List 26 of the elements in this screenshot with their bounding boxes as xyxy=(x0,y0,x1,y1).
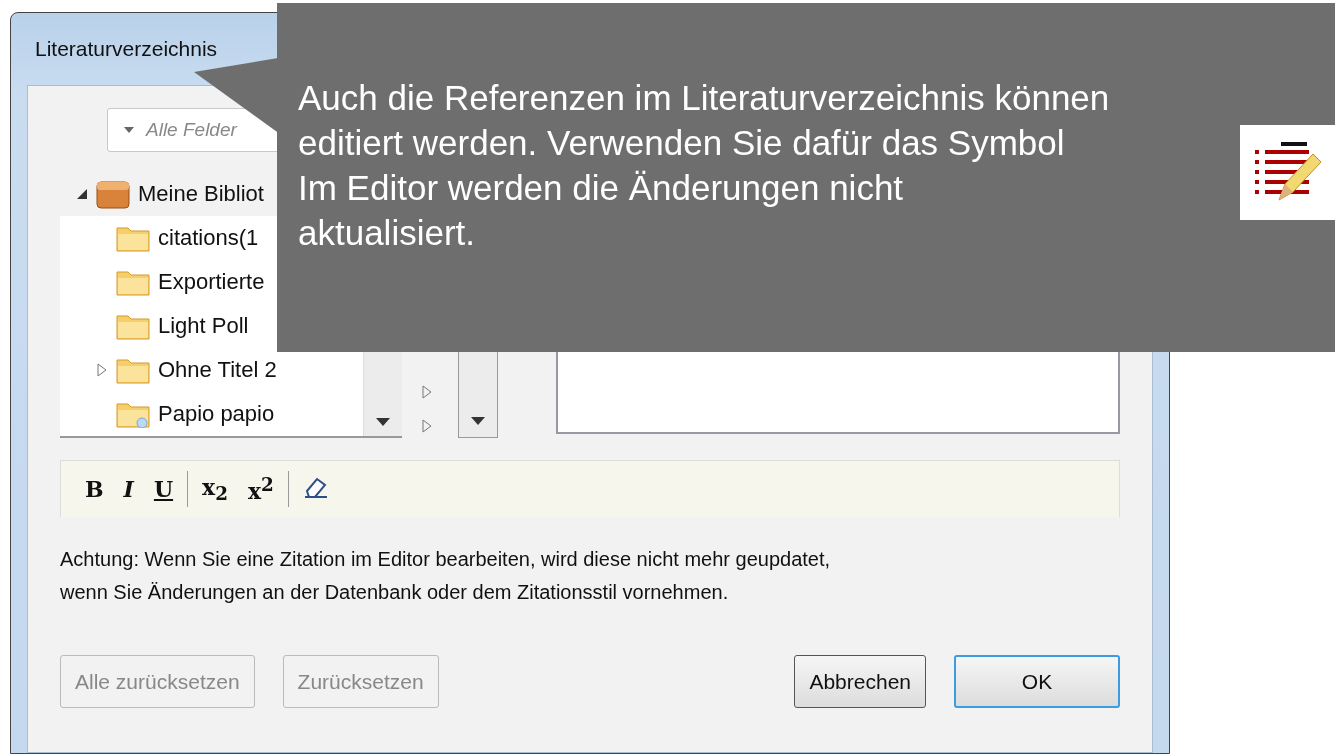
expand-arrow-icon[interactable] xyxy=(421,418,433,434)
tree-item[interactable]: Meine Bibliot xyxy=(138,181,264,207)
dropdown-caret-icon[interactable] xyxy=(124,127,134,133)
scroll-down-icon[interactable] xyxy=(471,417,485,425)
expander-icon[interactable] xyxy=(76,188,88,200)
folder-icon xyxy=(116,356,150,384)
sup-button[interactable]: x$^{2}$ xyxy=(242,471,280,507)
folder-icon xyxy=(116,224,150,252)
underline-button[interactable]: U xyxy=(147,474,180,504)
tree-item[interactable]: citations(1 xyxy=(158,225,259,251)
italic-button[interactable]: I xyxy=(117,474,140,504)
dialog-button[interactable]: Abbrechen xyxy=(794,655,926,708)
sub-button[interactable]: x$_{2}$ xyxy=(196,471,234,507)
search-placeholder: Alle Felder xyxy=(146,119,237,141)
bold-button[interactable]: B xyxy=(79,474,110,504)
tree-item[interactable]: Light Poll xyxy=(158,313,249,339)
folder-icon xyxy=(116,268,150,296)
folder-icon xyxy=(116,312,150,340)
library-icon xyxy=(96,179,130,209)
window-title: Literaturverzeichnis xyxy=(35,37,218,61)
scroll-down-icon[interactable] xyxy=(376,418,390,426)
search-folder-icon xyxy=(116,400,150,428)
dialog-button[interactable]: OK xyxy=(954,655,1120,708)
edit-list-icon xyxy=(1240,125,1335,220)
warning-text: Achtung: Wenn Sie eine Zitation im Editor bearbeiten, wird diese nicht mehr geupdatet, wenn Sie Änderungen an der Datenbank oder dem Zitationsstil vornehmen. xyxy=(60,547,832,605)
expand-arrow-icon[interactable] xyxy=(421,384,433,400)
